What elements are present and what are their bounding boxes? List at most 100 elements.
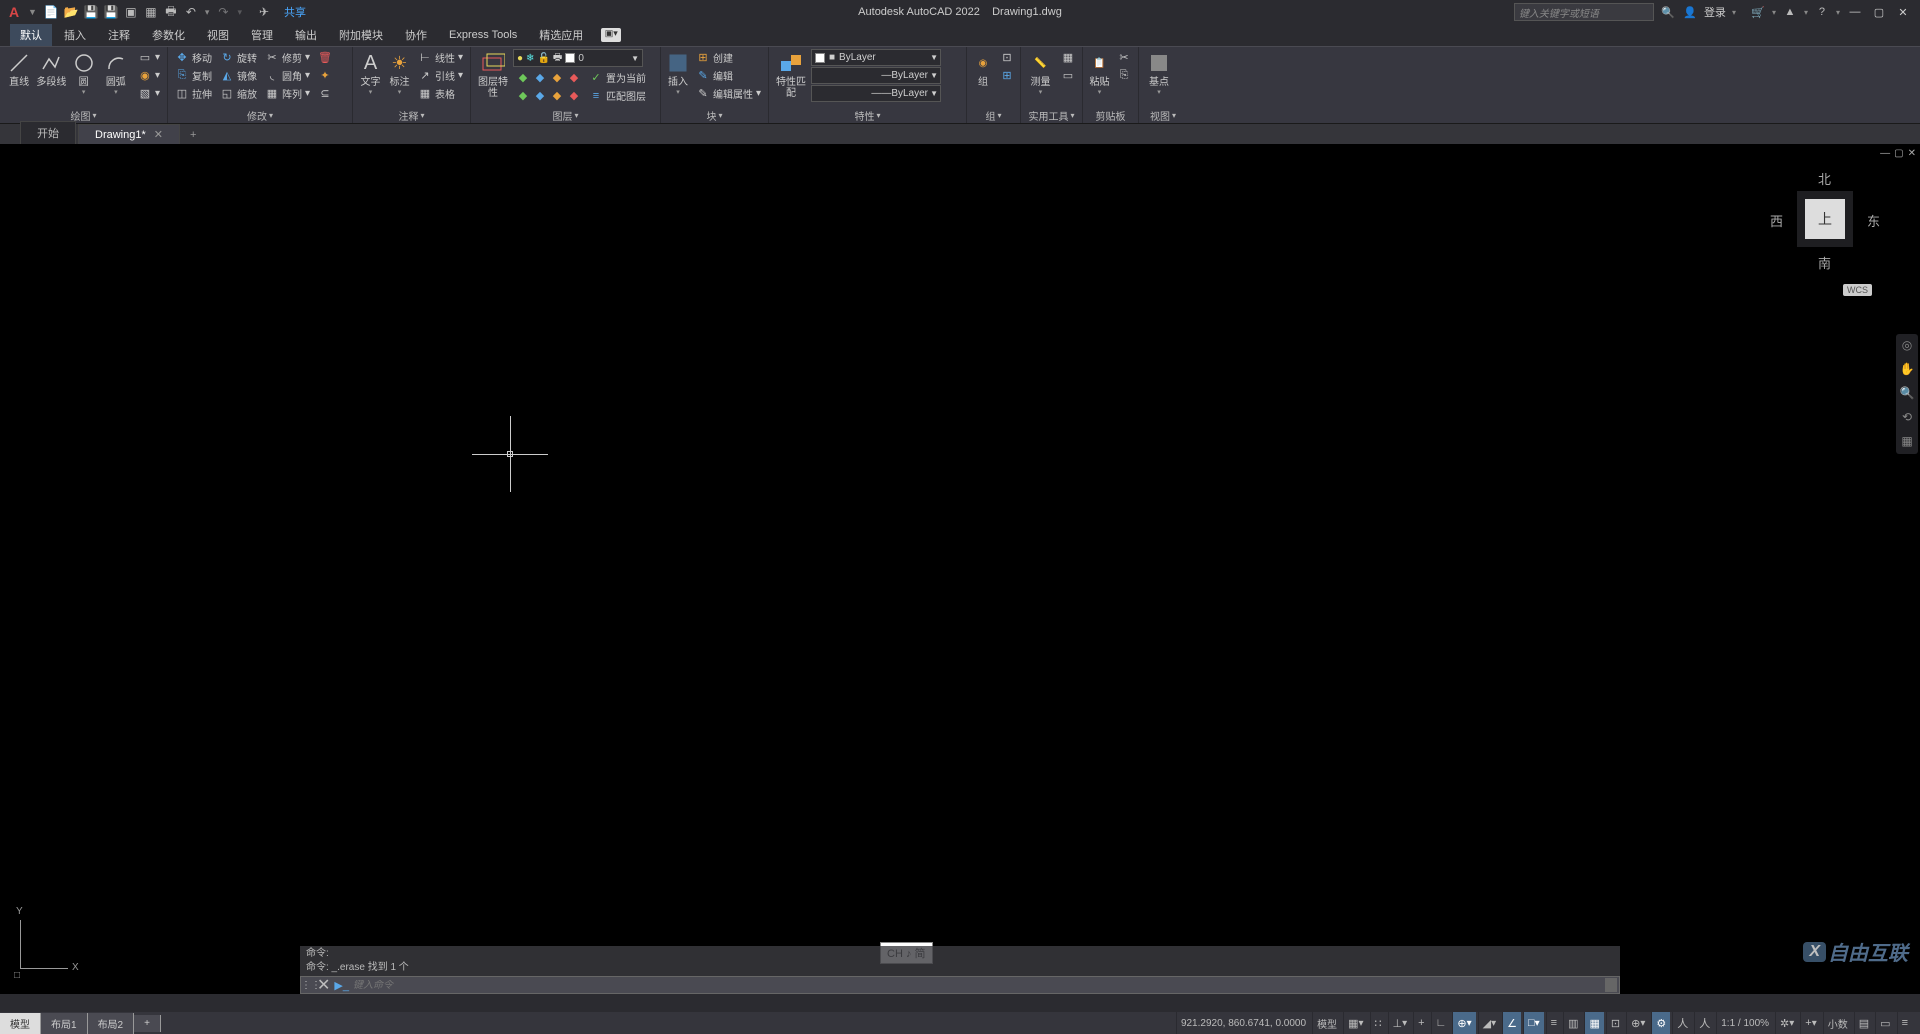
layout-2[interactable]: 布局2 bbox=[88, 1013, 135, 1034]
open-icon[interactable]: 📂 bbox=[63, 4, 79, 20]
group-edit-icon[interactable]: ⊞ bbox=[997, 67, 1017, 84]
print-icon[interactable]: 🖶 bbox=[163, 4, 179, 20]
search-icon[interactable]: 🔍 bbox=[1660, 4, 1676, 20]
nav-show-icon[interactable]: ▦ bbox=[1899, 434, 1915, 450]
close-tab-icon[interactable]: ✕ bbox=[154, 128, 163, 141]
snap-icon[interactable]: ∷ bbox=[1370, 1012, 1386, 1034]
tab-annotate[interactable]: 注释 bbox=[98, 24, 140, 46]
trim-button[interactable]: ✂修剪▾ bbox=[262, 49, 313, 66]
canvas-close-icon[interactable]: ✕ bbox=[1908, 148, 1916, 159]
qat-dropdown-icon[interactable]: ▼ bbox=[28, 7, 37, 17]
ribbon-extra-button[interactable]: ▣▾ bbox=[601, 28, 621, 42]
ungroup-icon[interactable]: ⊡ bbox=[997, 49, 1017, 66]
command-input[interactable] bbox=[353, 980, 1605, 991]
viewcube[interactable]: 北 南 东 西 上 bbox=[1770, 164, 1880, 274]
autodesk-icon[interactable]: ▲ bbox=[1782, 4, 1798, 20]
scale-button[interactable]: ◱缩放 bbox=[217, 85, 260, 102]
basepoint-button[interactable]: 基点▾ bbox=[1143, 49, 1175, 105]
offset-icon[interactable]: ⊆ bbox=[315, 85, 335, 102]
app-logo-icon[interactable]: A bbox=[6, 4, 22, 20]
viewcube-north[interactable]: 北 bbox=[1818, 169, 1831, 188]
linetype-selector[interactable]: —— ByLayer▼ bbox=[811, 85, 941, 102]
tab-addins[interactable]: 附加模块 bbox=[329, 24, 393, 46]
nav-orbit-icon[interactable]: ⟲ bbox=[1899, 410, 1915, 426]
cut-icon[interactable]: ✂ bbox=[1114, 49, 1134, 66]
arc-button[interactable]: 圆弧▾ bbox=[101, 49, 131, 105]
grid-icon[interactable]: ▦▾ bbox=[1343, 1012, 1367, 1034]
web-icon[interactable]: ▣ bbox=[123, 4, 139, 20]
plot-icon[interactable]: ▦ bbox=[143, 4, 159, 20]
erase-icon[interactable]: 🗑 bbox=[315, 49, 335, 66]
saveas-icon[interactable]: 💾 bbox=[103, 4, 119, 20]
cmd-handle-icon[interactable]: ⋮⋮ bbox=[301, 980, 317, 991]
plus-icon[interactable]: +▾ bbox=[1800, 1012, 1820, 1034]
tab-view[interactable]: 视图 bbox=[197, 24, 239, 46]
copy-button[interactable]: ⎘复制 bbox=[172, 67, 215, 84]
hatch-icon[interactable]: ◉▾ bbox=[135, 67, 163, 84]
mirror-button[interactable]: ◭镜像 bbox=[217, 67, 260, 84]
viewcube-west[interactable]: 西 bbox=[1770, 211, 1783, 230]
layer-selector[interactable]: ● ❄ 🔓 🖶 0 ▼ bbox=[513, 49, 643, 67]
new-icon[interactable]: 📄 bbox=[43, 4, 59, 20]
tab-parametric[interactable]: 参数化 bbox=[142, 24, 195, 46]
layer-iso-icon[interactable]: ◆◆◆◆ bbox=[513, 69, 584, 86]
cmd-scrollbar[interactable] bbox=[1605, 978, 1617, 992]
viewcube-south[interactable]: 南 bbox=[1818, 253, 1831, 272]
tpy-icon[interactable]: ▥ bbox=[1563, 1012, 1582, 1034]
paste-button[interactable]: 📋粘贴▾ bbox=[1087, 49, 1112, 105]
edit-attr-button[interactable]: ✎编辑属性▾ bbox=[693, 85, 764, 102]
user-icon[interactable]: 👤 bbox=[1682, 4, 1698, 20]
move-button[interactable]: ✥移动 bbox=[172, 49, 215, 66]
close-button[interactable]: ✕ bbox=[1894, 6, 1912, 19]
set-current-button[interactable]: ✓置为当前 bbox=[586, 69, 649, 86]
drawing-canvas[interactable]: — ▢ ✕ 北 南 东 西 上 WCS ◎ ✋ 🔍 ⟲ ▦ Y X □ CH ♪… bbox=[0, 144, 1920, 994]
share-label[interactable]: 共享 bbox=[284, 4, 306, 20]
tab-default[interactable]: 默认 bbox=[10, 24, 52, 46]
custom-icon[interactable]: ≡ bbox=[1897, 1012, 1912, 1034]
copy-clip-icon[interactable]: ⎘ bbox=[1114, 67, 1134, 84]
rect-icon[interactable]: ▭▾ bbox=[135, 49, 163, 66]
minimize-button[interactable]: — bbox=[1846, 6, 1864, 18]
command-line[interactable]: ⋮⋮ ✕ ▶_ bbox=[300, 976, 1620, 994]
osnap-icon[interactable]: ∠ bbox=[1502, 1012, 1521, 1034]
layout-add[interactable]: + bbox=[134, 1015, 161, 1032]
ortho-icon[interactable]: ∟ bbox=[1431, 1012, 1451, 1034]
table-button[interactable]: ▦表格 bbox=[415, 85, 466, 102]
iso2-icon[interactable]: ▤ bbox=[1854, 1012, 1873, 1034]
measure-button[interactable]: 📏测量▾ bbox=[1025, 49, 1056, 105]
sc-icon[interactable]: ⊡ bbox=[1606, 1012, 1624, 1034]
dimension-button[interactable]: ☀标注▾ bbox=[386, 49, 413, 105]
dyn-icon[interactable]: + bbox=[1413, 1012, 1428, 1034]
tab-collab[interactable]: 协作 bbox=[395, 24, 437, 46]
as-icon[interactable]: 人 bbox=[1672, 1012, 1692, 1034]
select-icon[interactable]: ▭ bbox=[1058, 67, 1078, 84]
tab-insert[interactable]: 插入 bbox=[54, 24, 96, 46]
iso-icon[interactable]: ◢▾ bbox=[1478, 1012, 1501, 1034]
infer-icon[interactable]: ⊥▾ bbox=[1388, 1012, 1412, 1034]
circle-button[interactable]: 圆▾ bbox=[68, 49, 98, 105]
explode-icon[interactable]: ✦ bbox=[315, 67, 335, 84]
otrack-icon[interactable]: □▾ bbox=[1523, 1012, 1544, 1034]
canvas-min-icon[interactable]: — bbox=[1880, 148, 1890, 159]
match-layer-button[interactable]: ≡匹配图层 bbox=[586, 87, 649, 104]
nav-pan-icon[interactable]: ✋ bbox=[1899, 362, 1915, 378]
tab-start[interactable]: 开始 bbox=[20, 121, 76, 144]
polyline-button[interactable]: 多段线 bbox=[36, 49, 66, 105]
login-label[interactable]: 登录 bbox=[1704, 4, 1726, 20]
undo-icon[interactable]: ↶ bbox=[183, 4, 199, 20]
viewcube-top[interactable]: 上 bbox=[1805, 199, 1845, 239]
share-icon[interactable]: ✈ bbox=[256, 4, 272, 20]
nav-zoom-icon[interactable]: 🔍 bbox=[1899, 386, 1915, 402]
nav-wheel-icon[interactable]: ◎ bbox=[1899, 338, 1915, 354]
maximize-button[interactable]: ▢ bbox=[1870, 6, 1888, 19]
line-button[interactable]: 直线 bbox=[4, 49, 34, 105]
tab-manage[interactable]: 管理 bbox=[241, 24, 283, 46]
leader-button[interactable]: ↗引线▾ bbox=[415, 67, 466, 84]
lwt-icon[interactable]: ≡ bbox=[1546, 1012, 1561, 1034]
gear-icon[interactable]: ✲▾ bbox=[1775, 1012, 1798, 1034]
cmd-close-icon[interactable]: ✕ bbox=[317, 975, 330, 995]
layer-properties-button[interactable]: 图层特性 bbox=[475, 49, 511, 105]
coordinates[interactable]: 921.2920, 860.6741, 0.0000 bbox=[1176, 1012, 1310, 1034]
linear-button[interactable]: ⊢线性▾ bbox=[415, 49, 466, 66]
cart-icon[interactable]: 🛒 bbox=[1750, 4, 1766, 20]
